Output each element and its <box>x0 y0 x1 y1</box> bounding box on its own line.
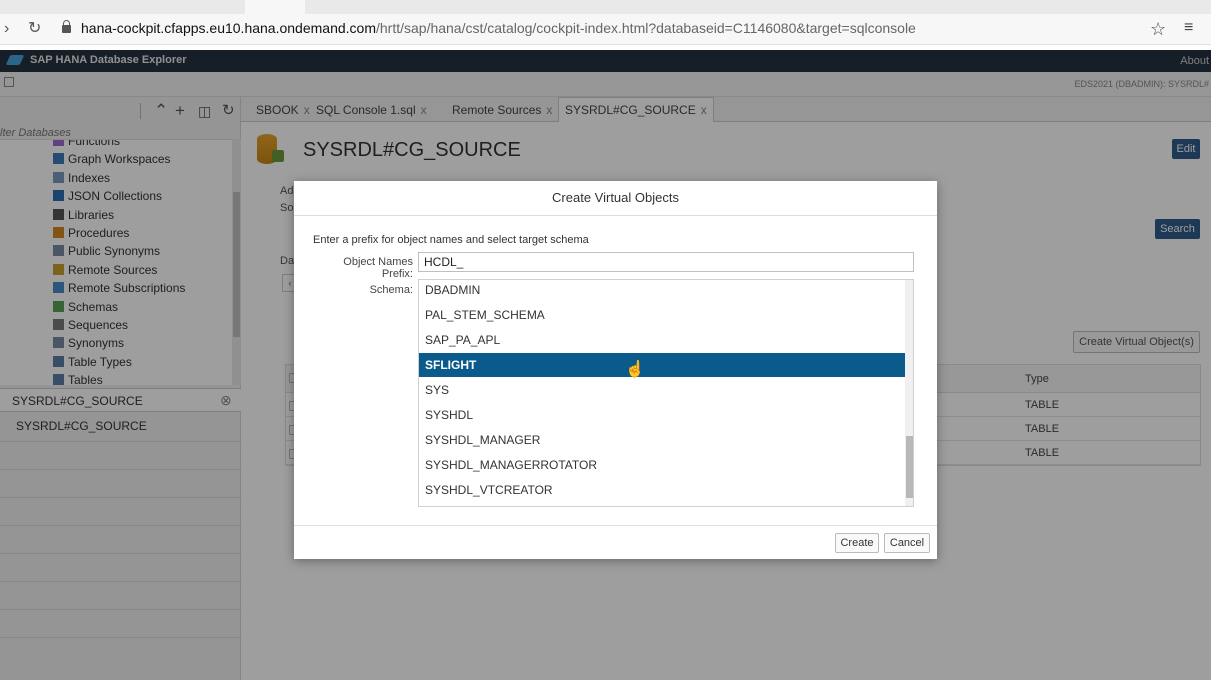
url-host: hana-cockpit.cfapps.eu10.hana.ondemand.c… <box>81 20 376 36</box>
bookmark-star-icon[interactable]: ☆ <box>1150 19 1166 40</box>
reload-icon[interactable]: ↻ <box>28 19 41 39</box>
schema-option[interactable]: SAP_PA_APL <box>419 328 907 352</box>
browser-toolbar: › ↻ hana-cockpit.cfapps.eu10.hana.ondema… <box>0 0 1211 45</box>
dialog-footer: Create Cancel <box>294 525 937 559</box>
schema-option[interactable]: PAL_STEM_SCHEMA <box>419 303 907 327</box>
schema-option[interactable]: SYSHDL_MANAGERROTATOR <box>419 453 907 477</box>
schema-option[interactable]: DBADMIN <box>419 280 907 302</box>
browser-tab-strip <box>0 0 1211 14</box>
object-names-prefix-input[interactable] <box>418 252 914 272</box>
create-virtual-objects-dialog: Create Virtual Objects Enter a prefix fo… <box>294 181 937 559</box>
schema-option[interactable]: SYSHDL <box>419 403 907 427</box>
dialog-instructions: Enter a prefix for object names and sele… <box>313 234 589 246</box>
schema-list: DBADMIN PAL_STEM_SCHEMA SAP_PA_APL SFLIGHT S… <box>418 279 914 507</box>
reading-list-icon[interactable]: ≡ <box>1184 19 1193 37</box>
schema-option[interactable]: SYS <box>419 378 907 402</box>
prefix-label: Object Names Prefix: <box>343 256 413 280</box>
schema-option[interactable]: SYSHDL_MANAGER <box>419 428 907 452</box>
create-button[interactable]: Create <box>835 533 879 553</box>
url-path: /hrtt/sap/hana/cst/catalog/cockpit-index… <box>375 20 916 36</box>
schema-option[interactable]: SYSHDL_VTCREATOR <box>419 478 907 502</box>
hand-cursor-icon: ☝ <box>625 361 645 378</box>
dialog-title: Create Virtual Objects <box>294 181 937 216</box>
schema-option[interactable]: SFLIGHT <box>419 353 907 377</box>
forward-icon[interactable]: › <box>4 19 9 39</box>
schema-list-scrollbar-thumb[interactable] <box>906 436 913 498</box>
lock-icon <box>62 20 71 33</box>
address-bar[interactable]: hana-cockpit.cfapps.eu10.hana.ondemand.c… <box>62 20 916 36</box>
cancel-button[interactable]: Cancel <box>884 533 930 553</box>
schema-label: Schema: <box>369 284 413 296</box>
